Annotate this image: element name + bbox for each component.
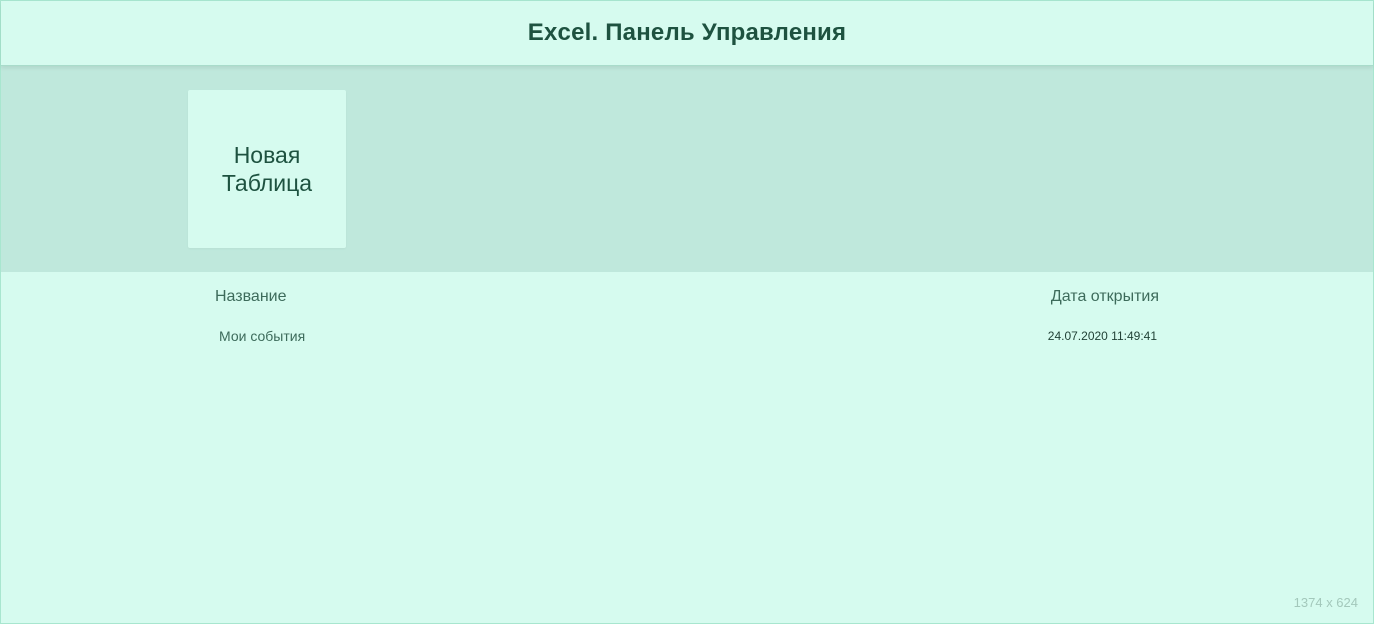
table-name-link[interactable]: Мои события [219, 328, 305, 344]
size-watermark: 1374 x 624 [1293, 595, 1358, 610]
create-section: Новая Таблица [1, 66, 1373, 272]
list-item[interactable]: Мои события 24.07.2020 11:49:41 [219, 328, 1157, 344]
dashboard-page: Excel. Панель Управления Новая Таблица Н… [0, 0, 1374, 624]
new-table-label: Новая Таблица [221, 142, 313, 196]
recent-tables-list: Название Дата открытия Мои события 24.07… [1, 272, 1373, 624]
opened-date: 24.07.2020 11:49:41 [1047, 329, 1157, 343]
column-header-name: Название [215, 288, 287, 305]
column-header-date: Дата открытия [1050, 288, 1159, 305]
list-header: Название Дата открытия [215, 288, 1159, 306]
new-table-button[interactable]: Новая Таблица [188, 90, 346, 248]
app-header: Excel. Панель Управления [1, 1, 1373, 66]
page-title: Excel. Панель Управления [527, 19, 847, 46]
